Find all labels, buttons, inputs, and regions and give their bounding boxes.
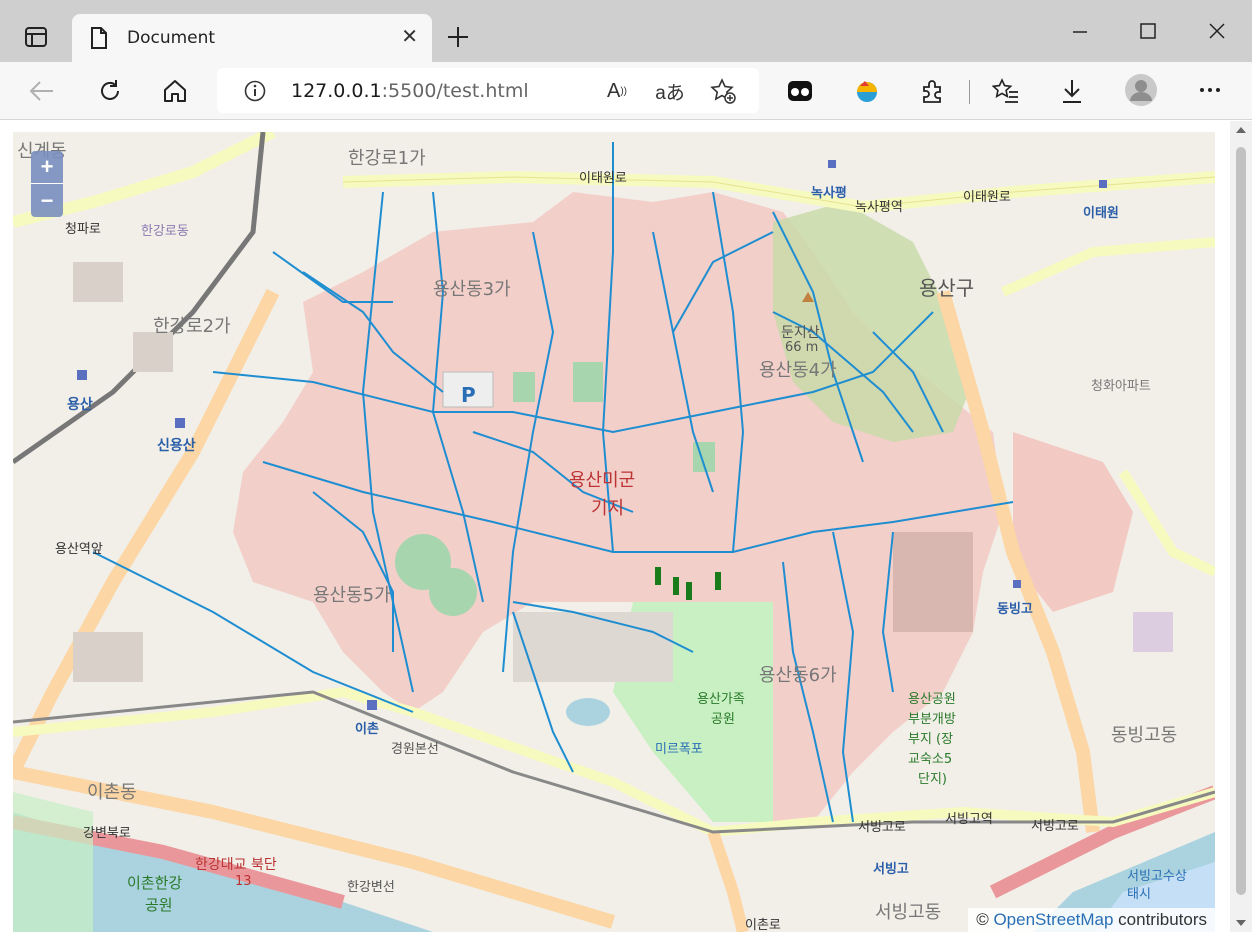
maximize-icon[interactable] [1138,21,1158,41]
map-label-hangangro: 한강로동 [141,224,189,239]
map-label-thirteen: 13 [235,874,252,889]
map-label-dunjisan: 둔지산 [781,325,820,341]
map-label-yongsandong5ga: 용산동5가 [313,585,391,606]
map-label-park5: 단지) [918,772,947,787]
map-label-hangangbonseon: 한강변선 [347,880,395,895]
back-icon[interactable] [28,78,56,104]
tab-document[interactable]: Document ✕ [72,14,432,62]
map-label-park4: 교숙소5 [908,752,953,767]
map-label-dongbinggo: 동빙고 [997,602,1033,617]
vertical-scrollbar[interactable] [1230,121,1252,932]
map-label-yongsanyeokap: 용산역앞 [55,542,103,557]
map-label-cheonghwa: 청화아파트 [1091,379,1151,394]
map-label-seobinggodong: 서빙고동 [875,902,942,923]
map-attribution: © OpenStreetMap contributors [968,908,1215,932]
map-label-itaewonro: 이태원로 [579,171,627,186]
osm-link[interactable]: OpenStreetMap [993,910,1113,929]
map-tiles: P [13,132,1215,932]
scrollbar-thumb[interactable] [1236,147,1246,895]
page-content: P 한강로1가 이태원로 이태원로 녹사평 녹사평역 이태원 용산구 용산동3가… [0,121,1252,932]
sidebar-toggle-icon[interactable] [24,26,48,48]
map-label-yongsandong4ga: 용산동4가 [759,360,837,381]
map-label-base2: 기지 [591,498,625,519]
add-favorite-icon[interactable] [709,77,737,105]
profile-avatar-icon[interactable] [1124,73,1158,107]
map-label-hangangro2ga: 한강로2가 [153,316,231,337]
map-viewport[interactable]: P 한강로1가 이태원로 이태원로 녹사평 녹사평역 이태원 용산구 용산동3가… [13,132,1215,932]
map-label-itaewonro2: 이태원로 [963,190,1011,205]
map-label-park2: 부분개방 [908,712,956,727]
map-label-family2: 공원 [711,712,735,727]
home-icon[interactable] [161,77,189,105]
extension-colorful-icon[interactable] [853,77,881,105]
map-label-seobinggoro2: 서빙고로 [1031,819,1079,834]
map-label-ichonro: 이촌로 [745,918,781,932]
more-menu-icon[interactable] [1196,80,1224,100]
tab-bar: Document ✕ [0,0,1252,62]
map-label-hangangro1ga: 한강로1가 [348,148,426,169]
downloads-icon[interactable] [1058,77,1086,105]
map-label-park1: 용산공원 [908,692,956,707]
zoom-in-button[interactable]: + [31,151,63,184]
map-label-cheongparo: 청파로 [65,222,101,237]
extensions-icon[interactable] [919,77,947,105]
new-tab-icon[interactable] [446,25,470,49]
map-label-park3: 부지 (장 [908,732,954,747]
map-label-elev: 66 m [785,340,819,355]
toolbar-divider [969,80,970,104]
translate-icon[interactable]: aあ [655,78,685,104]
navigation-toolbar: 127.0.0.1:5500/test.html A)) aあ [0,62,1252,120]
tab-title: Document [127,28,216,48]
favorites-icon[interactable] [992,77,1020,105]
map-label-yongsandong6ga: 용산동6가 [759,665,837,686]
map-label-sinyongsan: 신용산 [157,438,196,454]
map-label-noksapyeong: 녹사평 [811,186,847,201]
svg-text:P: P [461,383,476,407]
map-label-gongwon: 공원 [145,896,173,914]
map-label-dongbinggodong: 동빙고동 [1111,725,1178,746]
zoom-out-button[interactable]: − [31,184,63,217]
scroll-down-arrow[interactable] [1236,920,1246,926]
map-label-ichonhangang: 이촌한강 [127,874,183,892]
map-label-seobinggoro: 서빙고로 [858,820,906,835]
map-label-family1: 용산가족 [697,692,745,707]
map-label-seobinggosangsa: 서빙고수상태시 [1127,869,1187,902]
map-label-yongsangu: 용산구 [919,276,975,300]
zoom-control: + − [31,151,63,217]
map-label-hangangdaegyo: 한강대교 북단 [195,857,277,873]
tab-close-icon[interactable]: ✕ [401,24,418,49]
map-label-yongsandong3ga: 용산동3가 [433,279,511,300]
map-label-seobinggo: 서빙고 [873,862,909,877]
map-label-ichondong: 이촌동 [87,782,137,803]
map-label-itaewon: 이태원 [1083,206,1119,221]
scroll-up-arrow[interactable] [1236,127,1246,133]
map-label-mirr: 미르폭포 [655,742,703,757]
map-label-ichon: 이촌 [355,722,379,737]
map-label-seobinggoyeok: 서빙고역 [945,812,993,827]
map-label-gangbyeonbukro: 강변북로 [83,826,131,841]
window-close-icon[interactable] [1207,21,1227,41]
map-label-noksapyeongyeok: 녹사평역 [855,200,903,215]
reload-icon[interactable] [96,77,124,105]
url-text: 127.0.0.1:5500/test.html [291,80,529,102]
site-info-icon[interactable] [243,79,267,103]
map-label-base1: 용산미군 [569,470,636,491]
extension-glasses-icon[interactable] [786,77,814,105]
map-label-yongsan: 용산 [67,397,93,413]
minimize-icon[interactable] [1070,22,1090,42]
read-aloud-icon[interactable]: A)) [603,78,631,104]
address-bar[interactable]: 127.0.0.1:5500/test.html A)) aあ [217,68,759,113]
map-label-gyeongwonbonseon: 경원본선 [391,742,439,757]
page-icon [90,27,108,49]
